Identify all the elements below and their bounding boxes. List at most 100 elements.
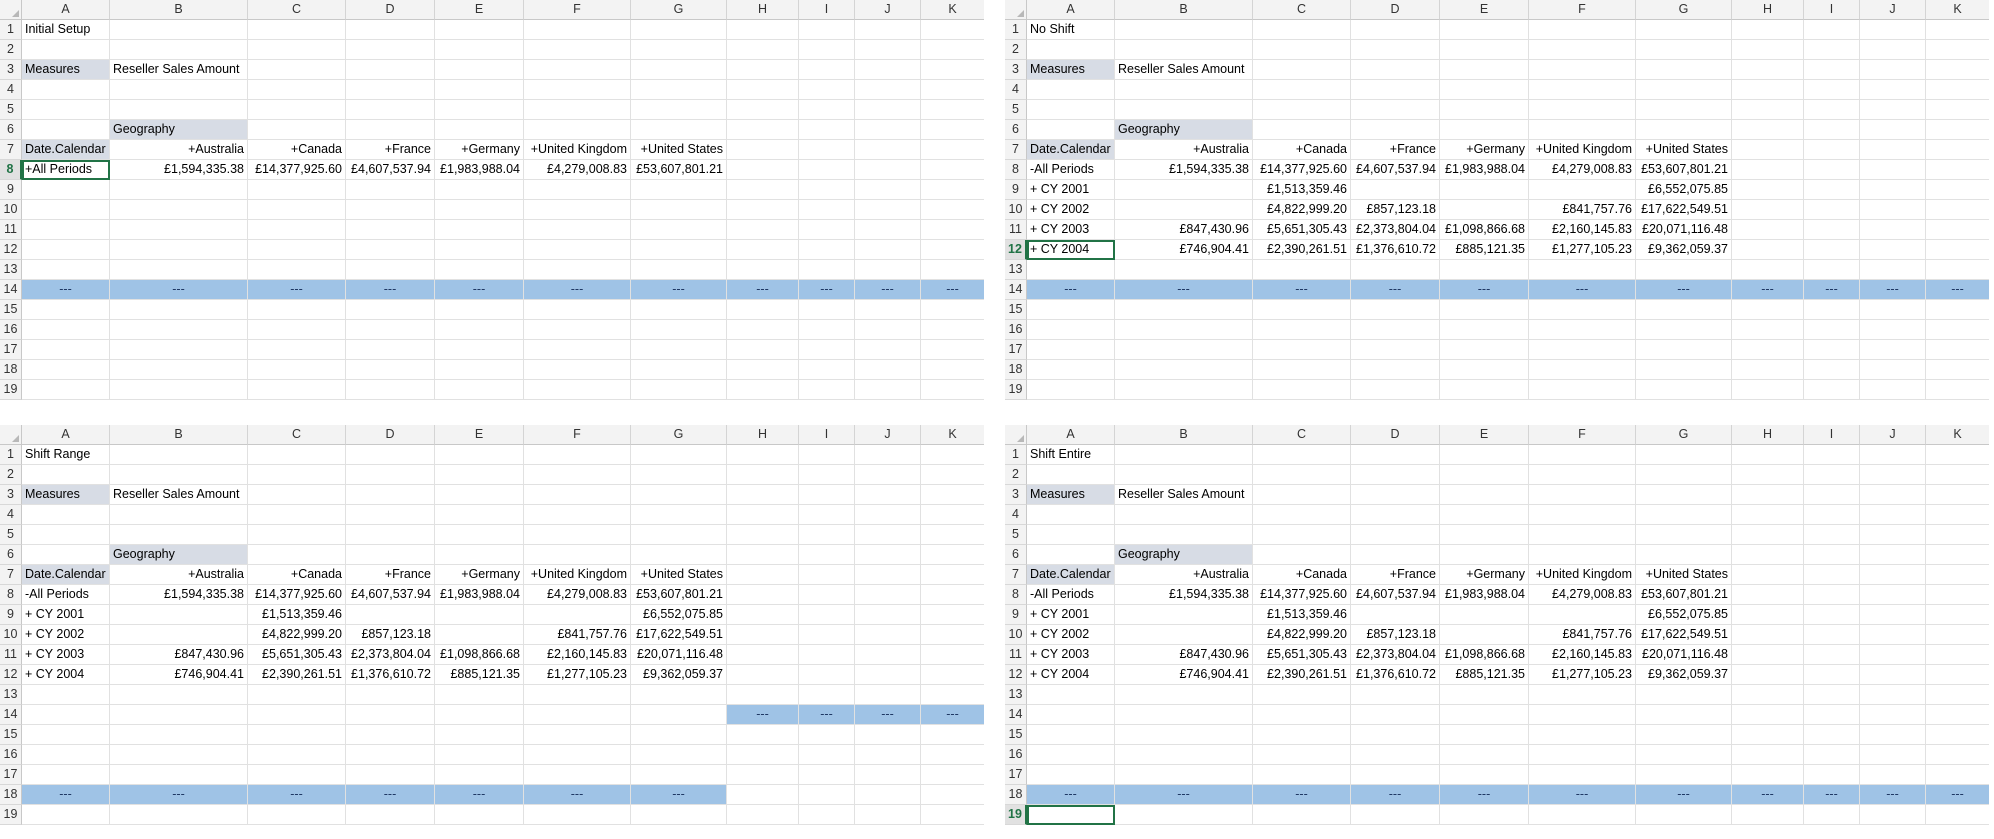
cell[interactable] [1926, 465, 1989, 485]
cell[interactable] [799, 180, 855, 200]
column-header-j[interactable]: J [855, 425, 921, 445]
all-periods-label[interactable]: +All Periods [22, 160, 110, 180]
cell[interactable] [1732, 160, 1804, 180]
cell[interactable] [1926, 745, 1989, 765]
cell[interactable] [524, 445, 631, 465]
row-header[interactable]: 15 [1005, 725, 1027, 745]
cell[interactable] [346, 20, 435, 40]
cell[interactable] [1926, 605, 1989, 625]
country-header[interactable]: +France [346, 565, 435, 585]
cell[interactable] [1732, 465, 1804, 485]
row-header[interactable]: 2 [0, 40, 22, 60]
country-header[interactable]: +Canada [248, 140, 346, 160]
row-header[interactable]: 17 [1005, 765, 1027, 785]
cell[interactable] [1926, 685, 1989, 705]
year-label[interactable]: + CY 2001 [22, 605, 110, 625]
cell[interactable] [1440, 705, 1529, 725]
cell[interactable] [1253, 380, 1351, 400]
cell[interactable] [855, 340, 921, 360]
cell[interactable] [1529, 260, 1636, 280]
cell[interactable] [1926, 445, 1989, 465]
cell[interactable] [855, 485, 921, 505]
cell[interactable] [524, 380, 631, 400]
cell[interactable] [1804, 140, 1860, 160]
cell[interactable] [346, 765, 435, 785]
cell[interactable] [435, 300, 524, 320]
cell[interactable] [921, 565, 984, 585]
column-header-a[interactable]: A [1027, 0, 1115, 20]
cell[interactable] [855, 625, 921, 645]
cell[interactable] [346, 485, 435, 505]
cell[interactable] [1529, 80, 1636, 100]
row-header[interactable]: 6 [1005, 545, 1027, 565]
cell[interactable] [22, 705, 110, 725]
cell[interactable] [1926, 160, 1989, 180]
cell[interactable] [1440, 100, 1529, 120]
separator-cell[interactable]: --- [110, 785, 248, 805]
cell[interactable] [1860, 100, 1926, 120]
cell[interactable] [921, 645, 984, 665]
cell[interactable] [1115, 685, 1253, 705]
total-value[interactable]: £14,377,925.60 [1253, 585, 1351, 605]
year-value[interactable]: £6,552,075.85 [631, 605, 727, 625]
cell[interactable] [1351, 465, 1440, 485]
cell[interactable] [248, 340, 346, 360]
country-header[interactable]: +Germany [435, 140, 524, 160]
year-value[interactable]: £1,098,866.68 [1440, 220, 1529, 240]
cell[interactable] [799, 100, 855, 120]
year-value[interactable]: £857,123.18 [1351, 200, 1440, 220]
cell[interactable] [22, 745, 110, 765]
row-header[interactable]: 14 [0, 280, 22, 300]
cell[interactable] [1351, 685, 1440, 705]
total-value[interactable]: £4,607,537.94 [1351, 160, 1440, 180]
separator-cell[interactable]: --- [799, 705, 855, 725]
cell[interactable] [1529, 685, 1636, 705]
separator-cell[interactable]: --- [1351, 785, 1440, 805]
cell[interactable] [1351, 705, 1440, 725]
cell[interactable] [346, 725, 435, 745]
cell[interactable] [1351, 80, 1440, 100]
cell[interactable] [435, 40, 524, 60]
cell[interactable] [1804, 300, 1860, 320]
cell[interactable] [1926, 120, 1989, 140]
year-value[interactable]: £1,376,610.72 [1351, 240, 1440, 260]
cell[interactable] [435, 340, 524, 360]
cell[interactable] [727, 60, 799, 80]
cell[interactable] [1732, 320, 1804, 340]
cell[interactable] [1351, 100, 1440, 120]
cell[interactable] [1804, 485, 1860, 505]
cell[interactable] [435, 380, 524, 400]
cell[interactable] [248, 40, 346, 60]
column-header-g[interactable]: G [1636, 425, 1732, 445]
row-header[interactable]: 2 [1005, 40, 1027, 60]
year-label[interactable]: + CY 2004 [1027, 665, 1115, 685]
cell[interactable] [1732, 545, 1804, 565]
cell[interactable] [727, 340, 799, 360]
cell[interactable] [248, 100, 346, 120]
cell[interactable] [799, 360, 855, 380]
cell[interactable] [631, 200, 727, 220]
cell[interactable] [346, 60, 435, 80]
cell[interactable] [799, 380, 855, 400]
column-header-i[interactable]: I [1804, 425, 1860, 445]
row-header[interactable]: 11 [1005, 220, 1027, 240]
separator-cell[interactable]: --- [1636, 280, 1732, 300]
cell[interactable] [921, 380, 984, 400]
cell[interactable] [1440, 380, 1529, 400]
cell[interactable] [22, 120, 110, 140]
cell[interactable] [1636, 805, 1732, 825]
separator-cell[interactable]: --- [22, 785, 110, 805]
cell[interactable] [855, 20, 921, 40]
cell[interactable] [524, 360, 631, 380]
cell[interactable] [248, 180, 346, 200]
cell[interactable] [435, 120, 524, 140]
cell[interactable] [1115, 80, 1253, 100]
cell[interactable] [921, 765, 984, 785]
cell[interactable] [110, 220, 248, 240]
cell[interactable] [1253, 100, 1351, 120]
cell[interactable] [1804, 685, 1860, 705]
cell[interactable] [1253, 705, 1351, 725]
cell[interactable] [799, 320, 855, 340]
cell[interactable] [22, 220, 110, 240]
cell[interactable] [855, 545, 921, 565]
